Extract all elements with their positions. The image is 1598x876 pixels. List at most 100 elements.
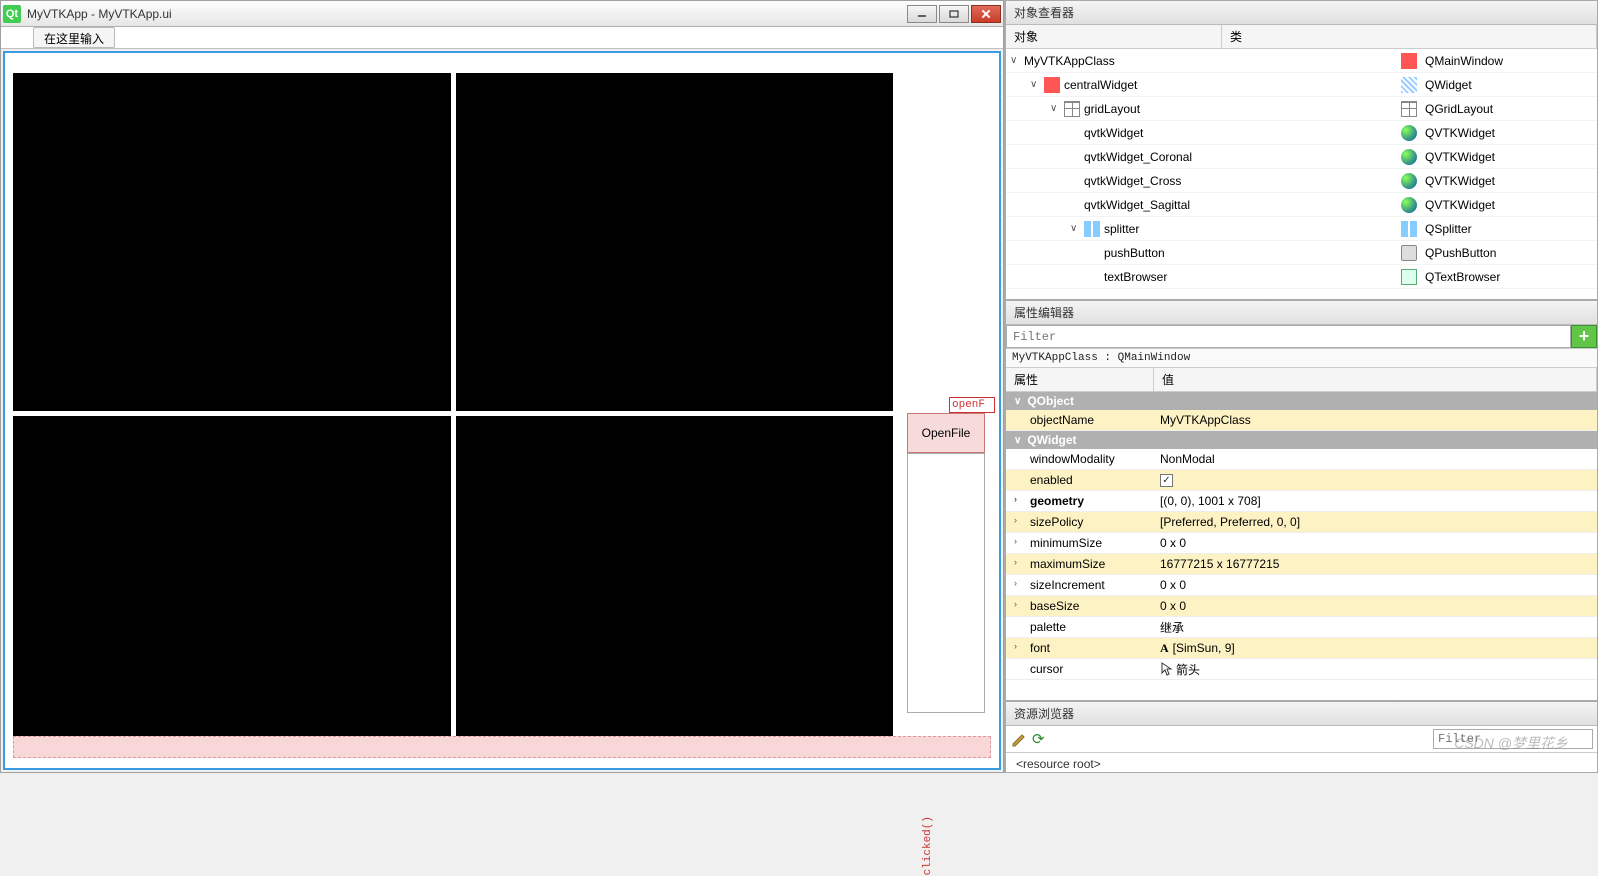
tree-row[interactable]: ∨splitterQSplitter [1006, 217, 1597, 241]
tree-expander-icon[interactable]: ∨ [1050, 103, 1064, 114]
property-value[interactable]: 16777215 x 16777215 [1154, 557, 1597, 571]
type-here-entry[interactable]: 在这里输入 [33, 27, 115, 48]
tree-object-name: qvtkWidget_Sagittal [1084, 198, 1190, 212]
property-column-header[interactable]: 属性 [1006, 368, 1154, 391]
text-browser-widget[interactable] [907, 453, 985, 713]
tree-object-name: centralWidget [1064, 78, 1137, 92]
property-row[interactable]: ›sizeIncrement0 x 0 [1006, 575, 1597, 596]
value-text: MyVTKAppClass [1160, 413, 1251, 427]
property-value[interactable]: 箭头 [1154, 661, 1597, 678]
chevron-right-icon[interactable]: › [1014, 641, 1017, 651]
property-group-header[interactable]: ∨QWidget [1006, 431, 1597, 449]
property-group-header[interactable]: ∨QObject [1006, 392, 1597, 410]
object-tree[interactable]: 对象 类 ∨MyVTKAppClassQMainWindow∨centralWi… [1006, 25, 1597, 299]
property-filter-input[interactable] [1006, 325, 1571, 348]
class-column-header[interactable]: 类 [1222, 25, 1597, 48]
property-row[interactable]: palette继承 [1006, 617, 1597, 638]
tree-class-cell: QGridLayout [1401, 101, 1597, 117]
tree-row[interactable]: qvtkWidgetQVTKWidget [1006, 121, 1597, 145]
property-value[interactable]: [Preferred, Preferred, 0, 0] [1154, 515, 1597, 529]
property-row[interactable]: objectName MyVTKAppClass [1006, 410, 1597, 431]
class-icon [1401, 173, 1417, 189]
chevron-right-icon[interactable]: › [1014, 536, 1017, 546]
tree-row[interactable]: qvtkWidget_CrossQVTKWidget [1006, 169, 1597, 193]
property-value[interactable]: ✓ [1154, 474, 1597, 487]
checkbox-icon[interactable]: ✓ [1160, 474, 1173, 487]
tree-class-cell: QVTKWidget [1401, 125, 1597, 141]
object-tree-header: 对象 类 [1006, 25, 1597, 49]
property-row[interactable]: ›geometry[(0, 0), 1001 x 708] [1006, 491, 1597, 512]
tree-class-cell: QWidget [1401, 77, 1597, 93]
value-text: 继承 [1160, 619, 1184, 636]
tree-item-icon [1084, 221, 1100, 237]
edit-resources-icon[interactable] [1010, 730, 1028, 748]
tree-item-icon [1064, 101, 1080, 117]
object-column-header[interactable]: 对象 [1006, 25, 1222, 48]
chevron-right-icon[interactable]: › [1014, 557, 1017, 567]
qvtkwidget-cross-pane[interactable] [13, 416, 451, 754]
reload-icon[interactable]: ⟳ [1032, 730, 1050, 748]
tree-expander-icon[interactable]: ∨ [1070, 223, 1084, 234]
tree-row[interactable]: ∨ centralWidget QWidget [1006, 73, 1597, 97]
chevron-right-icon[interactable]: › [1014, 494, 1017, 504]
tree-row[interactable]: textBrowserQTextBrowser [1006, 265, 1597, 289]
property-table-header: 属性 值 [1006, 368, 1597, 392]
signal-slot-label: openF [949, 397, 995, 413]
tree-class-cell: QMainWindow [1401, 53, 1597, 69]
chevron-right-icon[interactable]: › [1014, 578, 1017, 588]
statusbar-strip[interactable] [13, 736, 991, 758]
property-row[interactable]: ›baseSize0 x 0 [1006, 596, 1597, 617]
resource-toolbar: ⟳ [1006, 726, 1597, 753]
tree-row[interactable]: qvtkWidget_CoronalQVTKWidget [1006, 145, 1597, 169]
qvtkwidget-sagittal-pane[interactable] [456, 416, 894, 754]
property-name: objectName [1006, 413, 1154, 427]
chevron-right-icon[interactable]: › [1014, 599, 1017, 609]
property-table-body[interactable]: ∨QObject objectName MyVTKAppClass ∨QWidgetw… [1006, 392, 1597, 700]
resource-root-label[interactable]: <resource root> [1006, 753, 1597, 775]
tree-row[interactable]: qvtkWidget_Sagittal QVTKWidget [1006, 193, 1597, 217]
close-button[interactable] [971, 5, 1001, 23]
tree-row[interactable]: pushButtonQPushButton [1006, 241, 1597, 265]
qvtkwidget-pane[interactable] [13, 73, 451, 411]
value-text: 0 x 0 [1160, 599, 1186, 613]
group-name: QWidget [1027, 433, 1076, 447]
minimize-button[interactable] [907, 5, 937, 23]
tree-expander-icon[interactable]: ∨ [1010, 55, 1024, 66]
property-value[interactable]: NonModal [1154, 452, 1597, 466]
class-icon [1401, 221, 1417, 237]
form-canvas[interactable]: openF OpenFile clicked() [3, 51, 1001, 770]
class-name: QVTKWidget [1425, 198, 1495, 212]
class-icon [1401, 149, 1417, 165]
property-row[interactable]: ›fontA[SimSun, 9] [1006, 638, 1597, 659]
property-row[interactable]: ›sizePolicy[Preferred, Preferred, 0, 0] [1006, 512, 1597, 533]
tree-object-name: qvtkWidget_Cross [1084, 174, 1181, 188]
property-row[interactable]: ›maximumSize16777215 x 16777215 [1006, 554, 1597, 575]
property-value[interactable]: 继承 [1154, 619, 1597, 636]
property-value[interactable]: 0 x 0 [1154, 536, 1597, 550]
object-inspector-panel: 对象查看器 对象 类 ∨MyVTKAppClassQMainWindow∨cen… [1005, 0, 1598, 300]
value-column-header[interactable]: 值 [1154, 368, 1597, 391]
resource-filter-input[interactable] [1433, 729, 1593, 749]
property-value[interactable]: MyVTKAppClass [1154, 413, 1597, 427]
tree-expander-icon[interactable]: ∨ [1030, 79, 1044, 90]
property-row[interactable]: enabled✓ [1006, 470, 1597, 491]
property-value[interactable]: [(0, 0), 1001 x 708] [1154, 494, 1597, 508]
titlebar: Qt MyVTKApp - MyVTKApp.ui [1, 1, 1003, 27]
property-row[interactable]: cursor箭头 [1006, 659, 1597, 680]
property-value[interactable]: A[SimSun, 9] [1154, 641, 1597, 656]
property-name: ›geometry [1006, 494, 1154, 508]
property-name: ›maximumSize [1006, 557, 1154, 571]
chevron-right-icon[interactable]: › [1014, 515, 1017, 525]
cursor-arrow-icon [1160, 662, 1172, 676]
openfile-pushbutton[interactable]: OpenFile clicked() [907, 413, 985, 453]
property-value[interactable]: 0 x 0 [1154, 578, 1597, 592]
tree-row[interactable]: ∨gridLayoutQGridLayout [1006, 97, 1597, 121]
add-dynamic-property-button[interactable]: + [1571, 325, 1597, 348]
qvtkwidget-coronal-pane[interactable] [456, 73, 894, 411]
property-row[interactable]: ›minimumSize0 x 0 [1006, 533, 1597, 554]
property-value[interactable]: 0 x 0 [1154, 599, 1597, 613]
property-row[interactable]: windowModalityNonModal [1006, 449, 1597, 470]
maximize-button[interactable] [939, 5, 969, 23]
tree-class-cell: QTextBrowser [1401, 269, 1597, 285]
tree-row[interactable]: ∨MyVTKAppClassQMainWindow [1006, 49, 1597, 73]
